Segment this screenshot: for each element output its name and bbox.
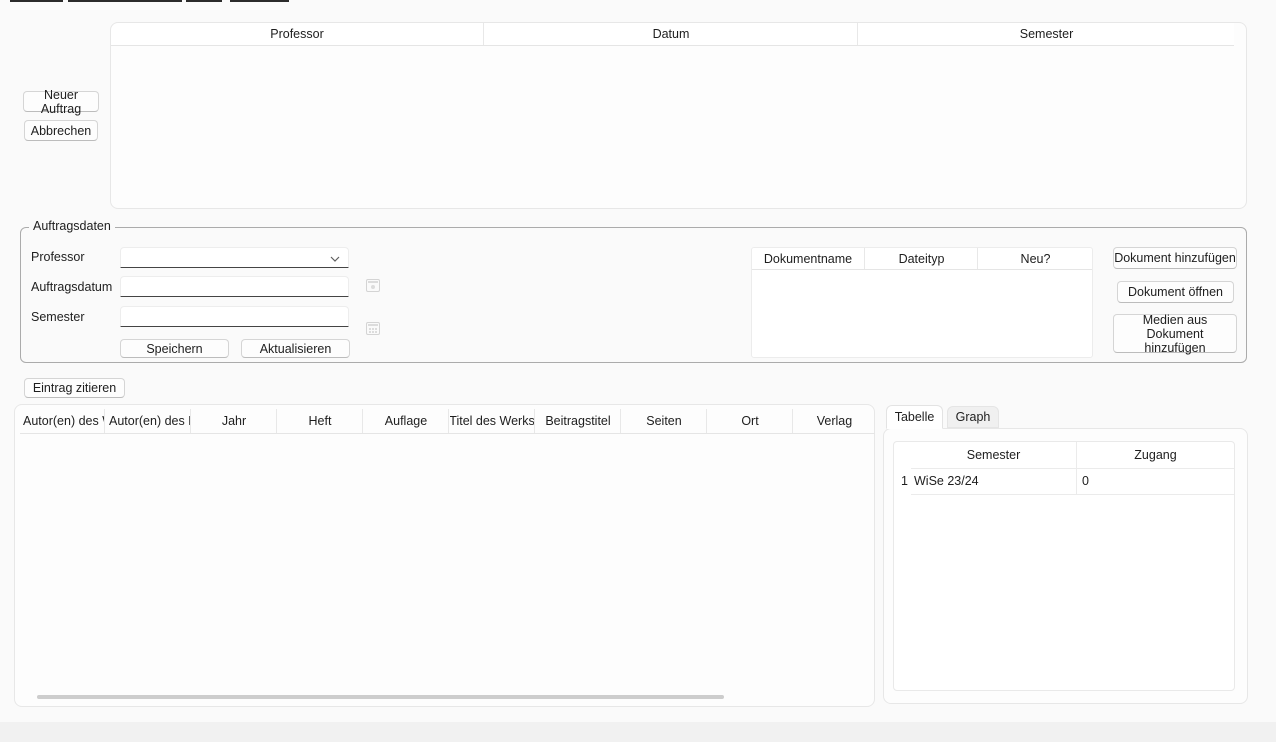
row-divider — [911, 494, 1234, 495]
orders-table-header: Professor Datum Semester — [111, 23, 1234, 46]
semester-label: Semester — [31, 310, 85, 324]
add-document-button[interactable]: Dokument hinzufügen — [1113, 247, 1237, 269]
button-label: Speichern — [146, 342, 202, 356]
column-label: Beitragstitel — [545, 414, 610, 428]
column-label: Autor(en) des Beitrags — [109, 414, 191, 428]
stats-column-semester[interactable]: Semester — [911, 442, 1076, 468]
button-label: Dokument hinzufügen — [1114, 251, 1236, 265]
button-label: Dokument öffnen — [1128, 285, 1223, 299]
top-edge-segment — [10, 0, 63, 2]
button-label: Medien aus Dokument hinzufügen — [1116, 313, 1234, 355]
orders-column-semester[interactable]: Semester — [859, 23, 1234, 45]
column-label: Semester — [1020, 27, 1074, 41]
column-label: Semester — [967, 448, 1021, 462]
column-label: Zugang — [1134, 448, 1176, 462]
entries-column-place[interactable]: Ort — [708, 409, 793, 433]
tab-tabelle[interactable]: Tabelle — [886, 405, 943, 429]
calendar-icon[interactable] — [366, 322, 380, 335]
order-date-label: Auftragsdatum — [31, 280, 112, 294]
entries-table-body — [20, 435, 871, 690]
entries-column-contribution-title[interactable]: Beitragstitel — [536, 409, 621, 433]
column-label: Ort — [741, 414, 758, 428]
orders-table-body — [111, 47, 1246, 208]
column-label: Jahr — [222, 414, 246, 428]
new-order-button[interactable]: Neuer Auftrag — [23, 91, 99, 112]
stats-column-zugang[interactable]: Zugang — [1077, 442, 1234, 468]
column-label: Dokumentname — [764, 252, 852, 266]
cancel-button[interactable]: Abbrechen — [24, 120, 98, 141]
order-form-groupbox: Auftragsdaten Professor Auftragsdatum Se… — [20, 227, 1247, 363]
entries-table-header: Autor(en) des Werks Autor(en) des Beitra… — [20, 409, 875, 434]
app-window: { "top_table": { "columns": ["Professor"… — [0, 0, 1276, 742]
stats-table: Semester Zugang 1 WiSe 23/24 0 — [893, 441, 1235, 691]
chevron-down-icon — [330, 256, 340, 262]
bottom-strip — [0, 722, 1276, 742]
top-edge-segment — [68, 0, 182, 2]
button-label: Eintrag zitieren — [33, 381, 116, 395]
column-label: Verlag — [817, 414, 852, 428]
button-label: Abbrechen — [31, 124, 91, 138]
order-date-input[interactable] — [120, 276, 349, 297]
column-label: Titel des Werks — [450, 414, 535, 428]
top-edge-segment — [230, 0, 289, 2]
tab-label: Tabelle — [895, 410, 935, 424]
column-label: Neu? — [1021, 252, 1051, 266]
entries-table: Autor(en) des Werks Autor(en) des Beitra… — [14, 404, 875, 707]
table-row[interactable]: 1 WiSe 23/24 0 — [894, 469, 1234, 494]
professor-combobox[interactable] — [120, 247, 349, 268]
documents-table: Dokumentname Dateityp Neu? — [751, 247, 1093, 358]
refresh-button[interactable]: Aktualisieren — [241, 339, 350, 358]
save-button[interactable]: Speichern — [120, 339, 229, 358]
top-edge-segment — [186, 0, 222, 2]
stats-panel: Semester Zugang 1 WiSe 23/24 0 — [883, 428, 1248, 704]
orders-table: Professor Datum Semester — [110, 22, 1247, 209]
entries-column-contribution-authors[interactable]: Autor(en) des Beitrags — [106, 409, 191, 433]
entries-column-year[interactable]: Jahr — [192, 409, 277, 433]
documents-table-body — [752, 271, 1092, 357]
column-label: Heft — [309, 414, 332, 428]
documents-column-new[interactable]: Neu? — [979, 248, 1092, 269]
column-label: Professor — [270, 27, 324, 41]
entries-column-pages[interactable]: Seiten — [622, 409, 707, 433]
orders-column-professor[interactable]: Professor — [111, 23, 484, 45]
column-label: Dateityp — [899, 252, 945, 266]
button-label: Aktualisieren — [260, 342, 332, 356]
column-label: Auflage — [385, 414, 427, 428]
documents-table-header: Dokumentname Dateityp Neu? — [752, 248, 1092, 270]
groupbox-legend: Auftragsdaten — [29, 219, 115, 233]
row-zugang: 0 — [1082, 474, 1089, 488]
add-media-from-document-button[interactable]: Medien aus Dokument hinzufügen — [1113, 314, 1237, 353]
row-number: 1 — [898, 474, 908, 488]
entries-column-issue[interactable]: Heft — [278, 409, 363, 433]
open-document-button[interactable]: Dokument öffnen — [1117, 281, 1234, 303]
professor-label: Professor — [31, 250, 85, 264]
entries-column-work-authors[interactable]: Autor(en) des Werks — [20, 409, 105, 433]
cite-entry-button[interactable]: Eintrag zitieren — [24, 378, 125, 398]
column-label: Datum — [653, 27, 690, 41]
documents-column-filetype[interactable]: Dateityp — [866, 248, 978, 269]
tab-graph[interactable]: Graph — [947, 406, 999, 428]
column-label: Autor(en) des Werks — [23, 414, 105, 428]
button-label: Neuer Auftrag — [24, 88, 98, 116]
entries-column-edition[interactable]: Auflage — [364, 409, 449, 433]
horizontal-scrollbar[interactable] — [37, 695, 724, 699]
row-semester: WiSe 23/24 — [914, 474, 979, 488]
tab-label: Graph — [956, 410, 991, 424]
orders-column-datum[interactable]: Datum — [485, 23, 858, 45]
entries-column-publisher[interactable]: Verlag — [794, 409, 875, 433]
column-label: Seiten — [646, 414, 681, 428]
entries-column-work-title[interactable]: Titel des Werks — [450, 409, 535, 433]
semester-input[interactable] — [120, 306, 349, 327]
documents-column-name[interactable]: Dokumentname — [752, 248, 865, 269]
calendar-icon[interactable] — [366, 279, 380, 292]
